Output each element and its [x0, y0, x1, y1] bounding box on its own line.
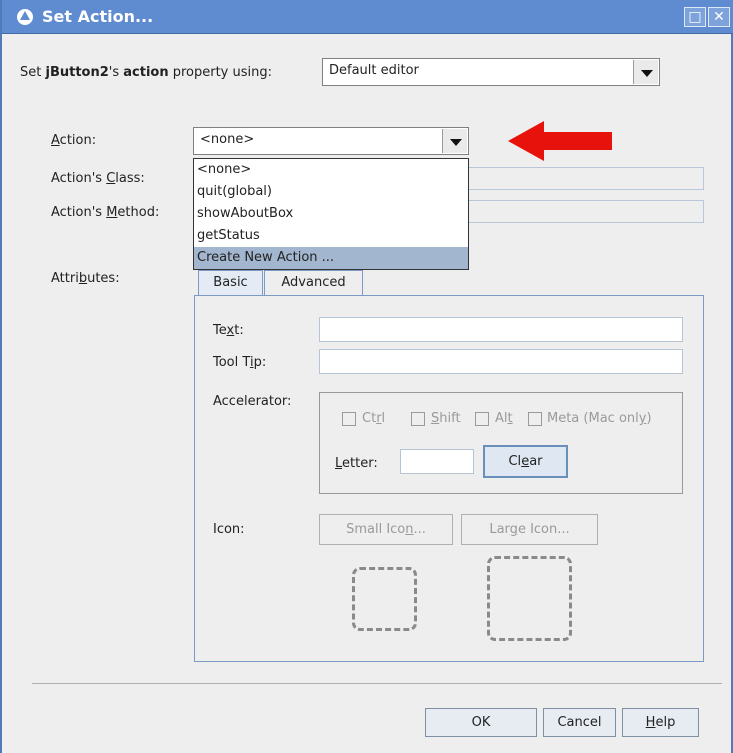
property-editor-label: Set jButton2's action property using:: [20, 65, 273, 80]
red-pointer-arrow-icon: [508, 121, 612, 161]
list-item-create-new-action[interactable]: Create New Action ...: [194, 247, 468, 269]
shift-label: Shift: [431, 411, 461, 426]
ok-button[interactable]: OK: [425, 708, 537, 737]
attributes-label: Attributes:: [51, 271, 120, 286]
text-label: Text:: [213, 323, 244, 338]
tooltip-input[interactable]: [319, 349, 683, 374]
meta-checkbox[interactable]: [528, 412, 542, 426]
action-class-label: Action's Class:: [51, 171, 145, 186]
close-button[interactable]: ✕: [708, 7, 730, 27]
action-label: Action:: [51, 133, 97, 148]
action-select[interactable]: <none>: [193, 127, 469, 155]
icon-label: Icon:: [213, 522, 245, 537]
app-icon: [17, 9, 33, 25]
ctrl-label: Ctrl: [362, 411, 386, 426]
list-item[interactable]: <none>: [194, 159, 468, 181]
tab-advanced[interactable]: Advanced: [264, 270, 363, 295]
shift-checkbox[interactable]: [411, 412, 425, 426]
clear-button[interactable]: Clear: [483, 445, 568, 478]
footer-divider: [32, 683, 722, 684]
property-editor-value: Default editor: [329, 63, 419, 78]
ctrl-checkbox[interactable]: [342, 412, 356, 426]
property-editor-select[interactable]: Default editor: [322, 58, 660, 86]
letter-label: Letter:: [335, 456, 378, 471]
cancel-button[interactable]: Cancel: [543, 708, 616, 737]
accelerator-group: [319, 392, 683, 494]
large-icon-placeholder: [487, 556, 572, 641]
action-select-value: <none>: [200, 132, 255, 147]
title-bar[interactable]: Set Action... □ ✕: [2, 0, 733, 34]
set-action-dialog: Set Action... □ ✕ Set jButton2's action …: [0, 0, 733, 753]
action-method-label: Action's Method:: [51, 205, 160, 220]
small-icon-placeholder: [352, 567, 417, 631]
list-item[interactable]: showAboutBox: [194, 203, 468, 225]
action-dropdown-list: <none> quit(global) showAboutBox getStat…: [193, 158, 469, 270]
tab-basic[interactable]: Basic: [198, 270, 263, 296]
help-button[interactable]: Help: [622, 708, 699, 737]
alt-label: Alt: [495, 411, 513, 426]
meta-label: Meta (Mac only): [547, 411, 652, 426]
list-item[interactable]: getStatus: [194, 225, 468, 247]
maximize-button[interactable]: □: [684, 7, 706, 27]
large-icon-button[interactable]: Large Icon...: [461, 514, 598, 545]
chevron-down-icon[interactable]: [442, 129, 467, 153]
small-icon-button[interactable]: Small Icon...: [319, 514, 453, 545]
tooltip-label: Tool Tip:: [213, 355, 267, 370]
list-item[interactable]: quit(global): [194, 181, 468, 203]
text-input[interactable]: [319, 317, 683, 342]
alt-checkbox[interactable]: [475, 412, 489, 426]
letter-input[interactable]: [400, 449, 474, 474]
chevron-down-icon[interactable]: [633, 60, 658, 84]
window-title: Set Action...: [42, 7, 154, 26]
accelerator-label: Accelerator:: [213, 394, 292, 409]
